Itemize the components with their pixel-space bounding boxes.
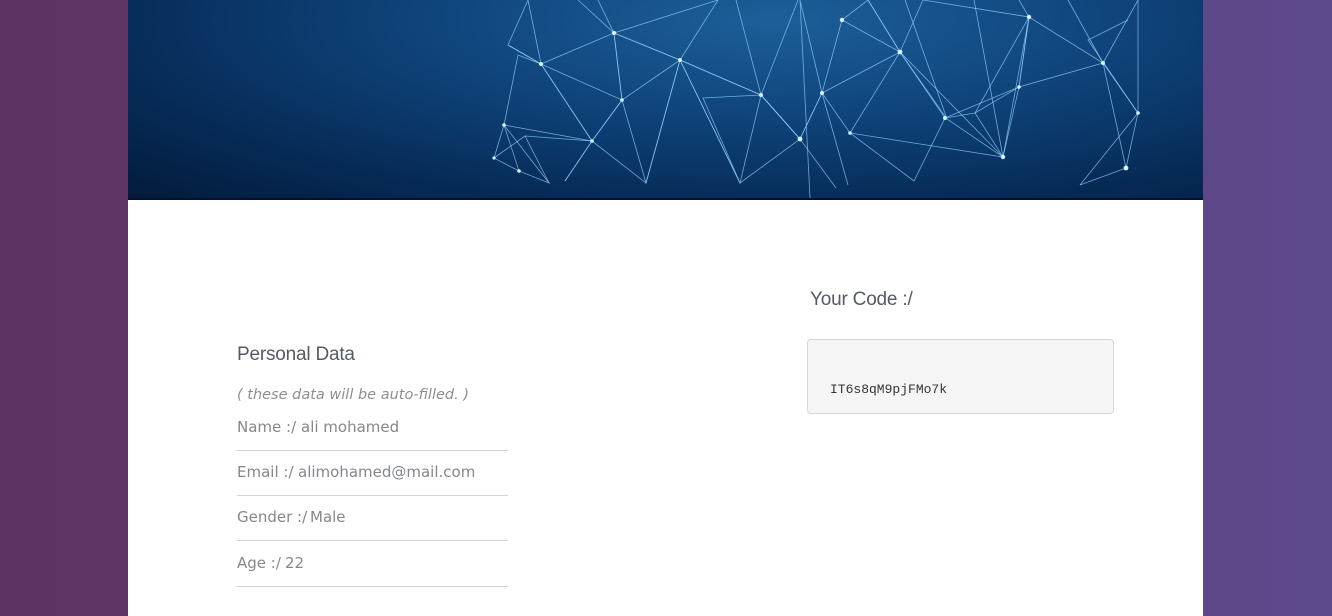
email-row: Email :/ alimohamed@mail.com xyxy=(237,450,508,496)
auto-filled-note: ( these data will be auto-filled. ) xyxy=(237,387,469,403)
name-value: ali mohamed xyxy=(301,418,400,436)
header-banner xyxy=(128,0,1203,200)
gender-row: Gender :/ Male xyxy=(237,495,508,541)
age-value: 22 xyxy=(285,554,305,572)
age-label: Age :/ xyxy=(237,554,281,572)
your-code-title: Your Code :/ xyxy=(810,289,913,310)
email-value: alimohamed@mail.com xyxy=(298,463,476,481)
code-box[interactable]: IT6s8qM9pjFMo7k xyxy=(807,339,1114,414)
name-label: Name :/ xyxy=(237,418,297,436)
network-mesh-image xyxy=(492,0,1140,198)
code-value: IT6s8qM9pjFMo7k xyxy=(830,382,948,397)
personal-data-title: Personal Data xyxy=(237,344,355,365)
gender-label: Gender :/ xyxy=(237,508,308,526)
gender-value: Male xyxy=(310,508,346,526)
email-label: Email :/ xyxy=(237,463,294,481)
page-content: Your Code :/ IT6s8qM9pjFMo7k Personal Da… xyxy=(128,0,1203,616)
name-row: Name :/ ali mohamed xyxy=(237,405,508,451)
age-row: Age :/ 22 xyxy=(237,541,508,587)
